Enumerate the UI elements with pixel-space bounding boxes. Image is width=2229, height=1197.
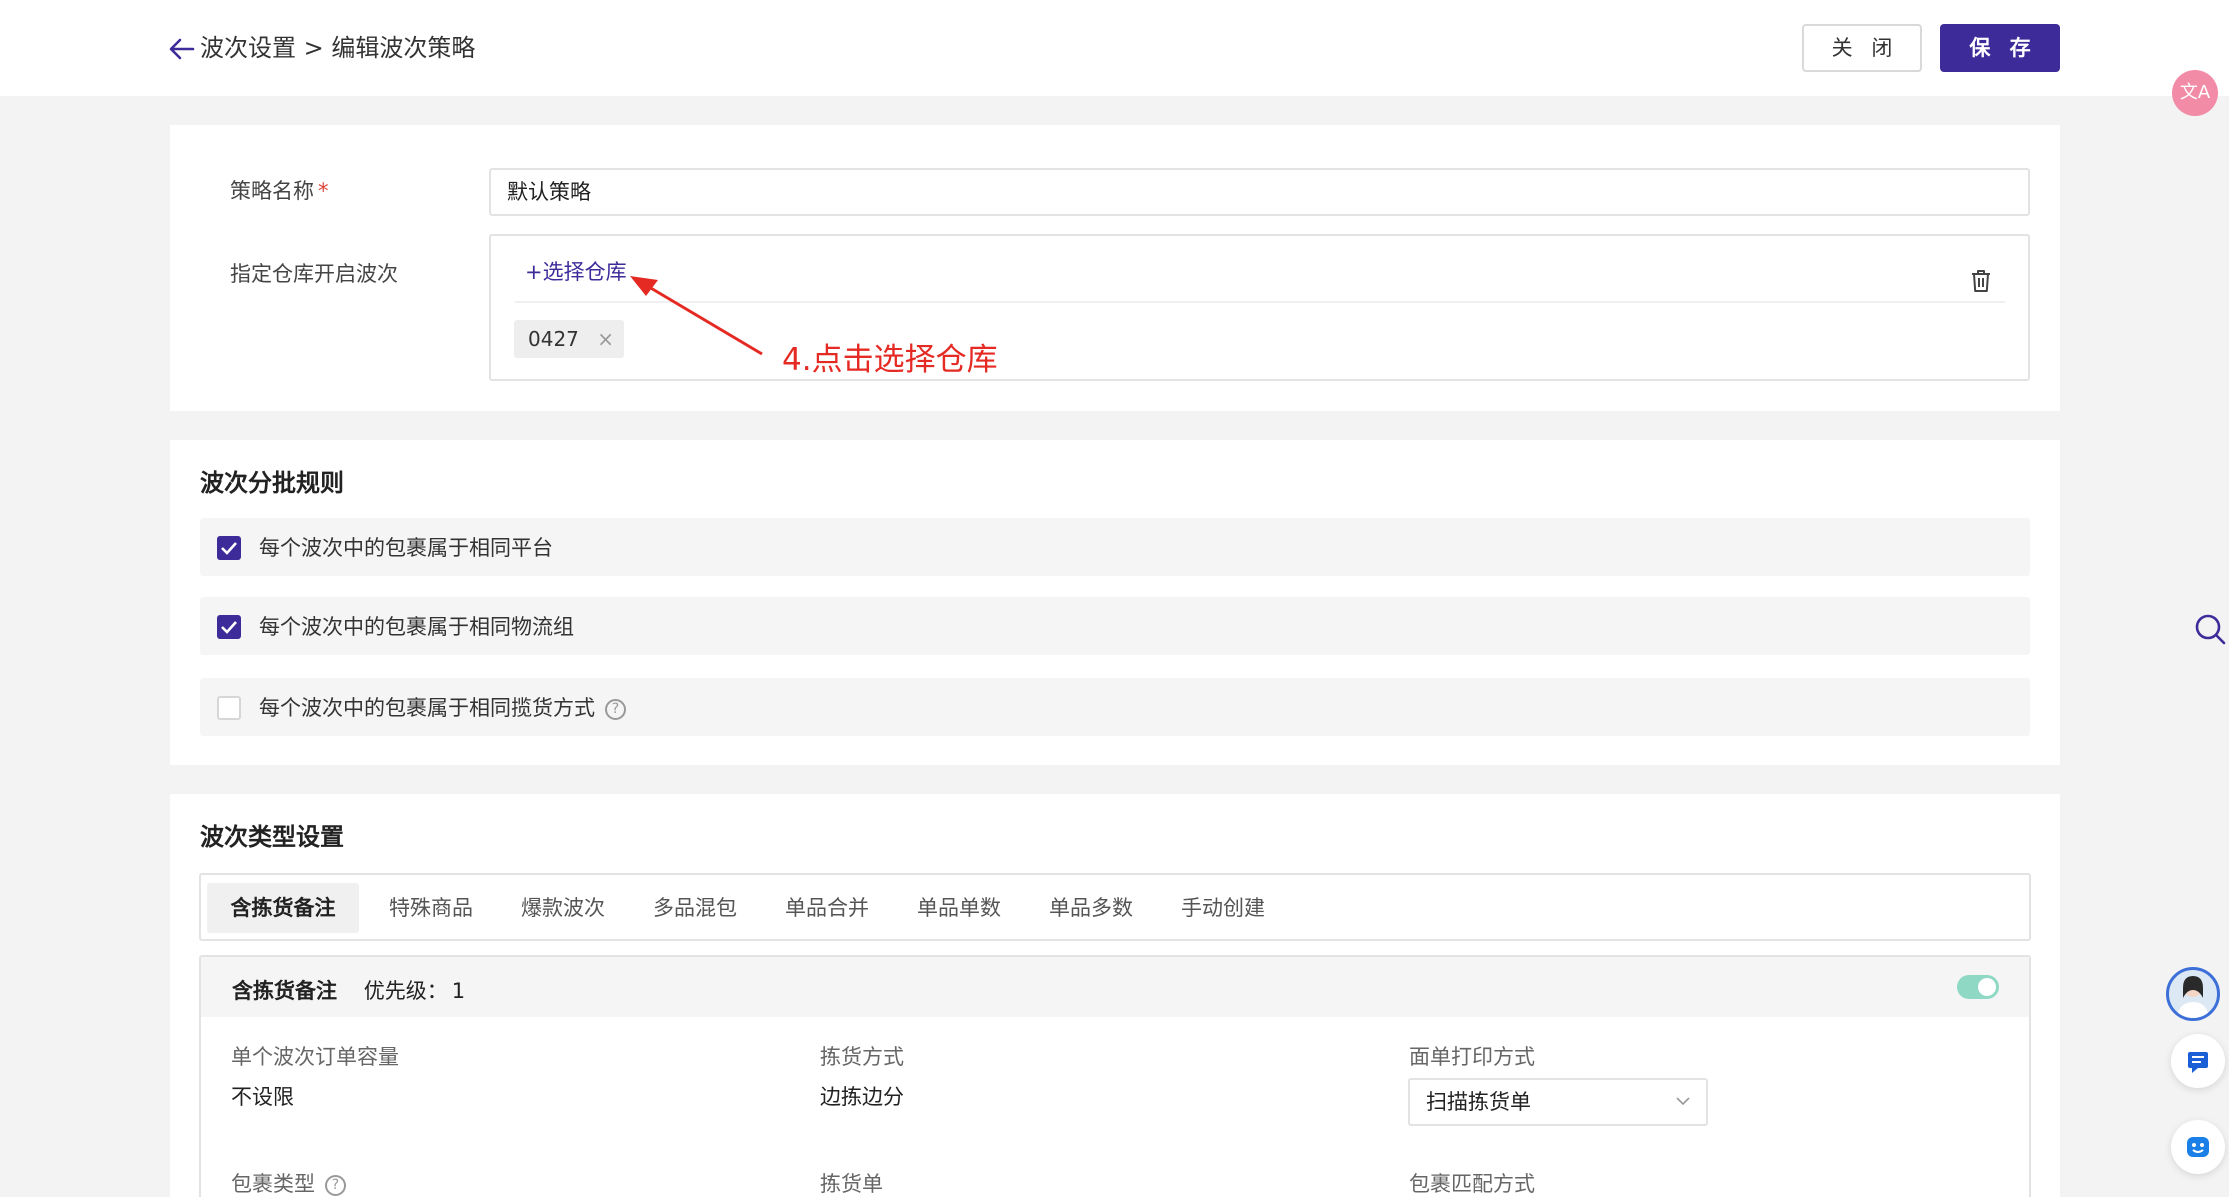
rule-label: 每个波次中的包裹属于相同物流组	[259, 615, 574, 639]
save-button[interactable]: 保 存	[1940, 24, 2060, 72]
rule-label: 每个波次中的包裹属于相同揽货方式?	[259, 692, 626, 722]
help-icon[interactable]: ?	[325, 1174, 346, 1196]
tab-manual-create[interactable]: 手动创建	[1163, 883, 1283, 933]
rule-row[interactable]: 每个波次中的包裹属于相同物流组	[200, 597, 2030, 655]
breadcrumb: 波次设置 > 编辑波次策略	[200, 34, 476, 62]
checkbox-unchecked[interactable]	[217, 696, 241, 720]
batch-rules-title: 波次分批规则	[200, 469, 344, 497]
tab-single-single[interactable]: 单品单数	[899, 883, 1019, 933]
strategy-name-label: 策略名称 *	[230, 179, 329, 203]
package-type-label: 包裹类型?	[231, 1168, 346, 1197]
checkbox-checked[interactable]	[217, 536, 241, 560]
chevron-down-icon	[1676, 1097, 1690, 1106]
strategy-name-input[interactable]: 默认策略	[489, 168, 2030, 216]
type-tabs: 含拣货备注 特殊商品 爆款波次 多品混包 单品合并 单品单数 单品多数 手动创建	[199, 873, 2031, 941]
tab-special-goods[interactable]: 特殊商品	[371, 883, 491, 933]
chat-icon[interactable]	[2171, 1034, 2225, 1088]
search-icon[interactable]	[2193, 612, 2227, 646]
annotation-text: 4.点击选择仓库	[782, 342, 998, 378]
pick-list-label: 拣货单	[820, 1172, 883, 1196]
type-settings-title: 波次类型设置	[200, 823, 344, 851]
tab-hot-wave[interactable]: 爆款波次	[503, 883, 623, 933]
rule-row[interactable]: 每个波次中的包裹属于相同揽货方式?	[200, 678, 2030, 736]
wave-type-header: 含拣货备注 优先级： 1	[201, 957, 2029, 1017]
print-method-select[interactable]: 扫描拣货单	[1408, 1078, 1708, 1126]
warehouse-label: 指定仓库开启波次	[230, 262, 398, 286]
tab-multi-mixed[interactable]: 多品混包	[635, 883, 755, 933]
capacity-label: 单个波次订单容量	[231, 1045, 399, 1069]
tab-pick-note[interactable]: 含拣货备注	[207, 883, 359, 933]
rule-label: 每个波次中的包裹属于相同平台	[259, 536, 553, 560]
enable-toggle[interactable]	[1957, 975, 1999, 999]
package-match-label: 包裹匹配方式	[1409, 1172, 1535, 1196]
capacity-value: 不设限	[231, 1085, 294, 1109]
help-icon[interactable]: ?	[605, 698, 626, 720]
tab-single-multi[interactable]: 单品多数	[1031, 883, 1151, 933]
support-avatar[interactable]	[2166, 967, 2220, 1021]
wave-type-title: 含拣货备注 优先级： 1	[232, 979, 466, 1003]
print-method-label: 面单打印方式	[1409, 1045, 1535, 1069]
trash-icon[interactable]	[1969, 268, 1993, 294]
tag-close-icon[interactable]: ×	[597, 320, 614, 358]
tab-single-merge[interactable]: 单品合并	[767, 883, 887, 933]
select-warehouse-link[interactable]: +选择仓库	[525, 256, 627, 286]
annotation-arrow	[630, 276, 763, 356]
back-arrow-icon[interactable]	[167, 34, 197, 64]
wave-type-card: 含拣货备注 优先级： 1	[199, 955, 2031, 1197]
rule-row[interactable]: 每个波次中的包裹属于相同平台	[200, 518, 2030, 576]
checkbox-checked[interactable]	[217, 615, 241, 639]
pick-method-label: 拣货方式	[820, 1045, 904, 1069]
pick-method-value: 边拣边分	[820, 1085, 904, 1109]
assistant-bot-icon[interactable]	[2171, 1120, 2225, 1174]
close-button[interactable]: 关 闭	[1802, 24, 1922, 72]
warehouse-tag: 0427 ×	[514, 320, 624, 358]
translate-icon[interactable]: 文A	[2172, 70, 2218, 116]
